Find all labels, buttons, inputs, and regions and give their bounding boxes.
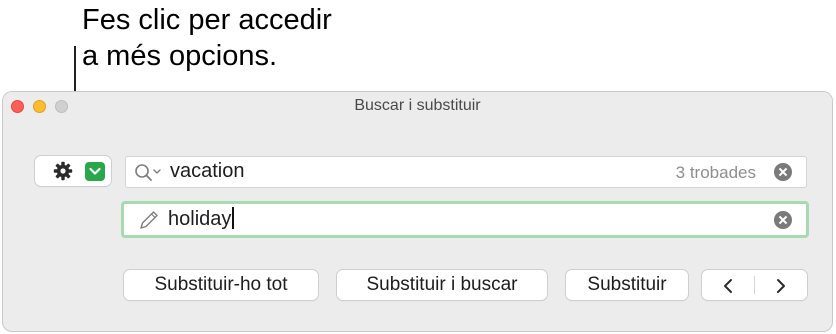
- options-popup-button[interactable]: [35, 156, 111, 186]
- previous-match-button[interactable]: [702, 270, 754, 300]
- replace-value: holiday: [168, 208, 232, 230]
- find-navigation: [702, 270, 807, 300]
- clear-icon[interactable]: [774, 211, 792, 229]
- find-input[interactable]: vacation: [170, 160, 245, 183]
- replace-input[interactable]: holiday: [168, 207, 235, 231]
- replace-and-find-button[interactable]: Substituir i buscar: [337, 270, 547, 300]
- find-field[interactable]: vacation 3 trobades: [125, 156, 807, 188]
- replace-field[interactable]: holiday: [121, 201, 809, 238]
- pencil-icon: [138, 209, 160, 236]
- chevron-down-icon[interactable]: [85, 162, 105, 181]
- chevron-left-icon: [724, 279, 732, 293]
- text-caret: [232, 207, 235, 229]
- find-replace-window: Buscar i substituir vacation 3 trobades …: [2, 91, 833, 332]
- search-icon[interactable]: [134, 163, 162, 188]
- clear-icon[interactable]: [774, 163, 792, 181]
- chevron-right-icon: [777, 279, 785, 293]
- minimize-window-button[interactable]: [33, 100, 46, 113]
- next-match-button[interactable]: [755, 270, 807, 300]
- title-bar: Buscar i substituir: [3, 92, 832, 120]
- gear-icon: [53, 161, 73, 186]
- close-window-button[interactable]: [11, 100, 24, 113]
- match-count: 3 trobades: [675, 163, 756, 182]
- replace-all-button[interactable]: Substituir-ho tot: [124, 270, 318, 300]
- zoom-window-button[interactable]: [55, 100, 68, 113]
- callout-text: Fes clic per accedir a més opcions.: [82, 4, 332, 72]
- window-title: Buscar i substituir: [354, 97, 481, 114]
- replace-button[interactable]: Substituir: [566, 270, 688, 300]
